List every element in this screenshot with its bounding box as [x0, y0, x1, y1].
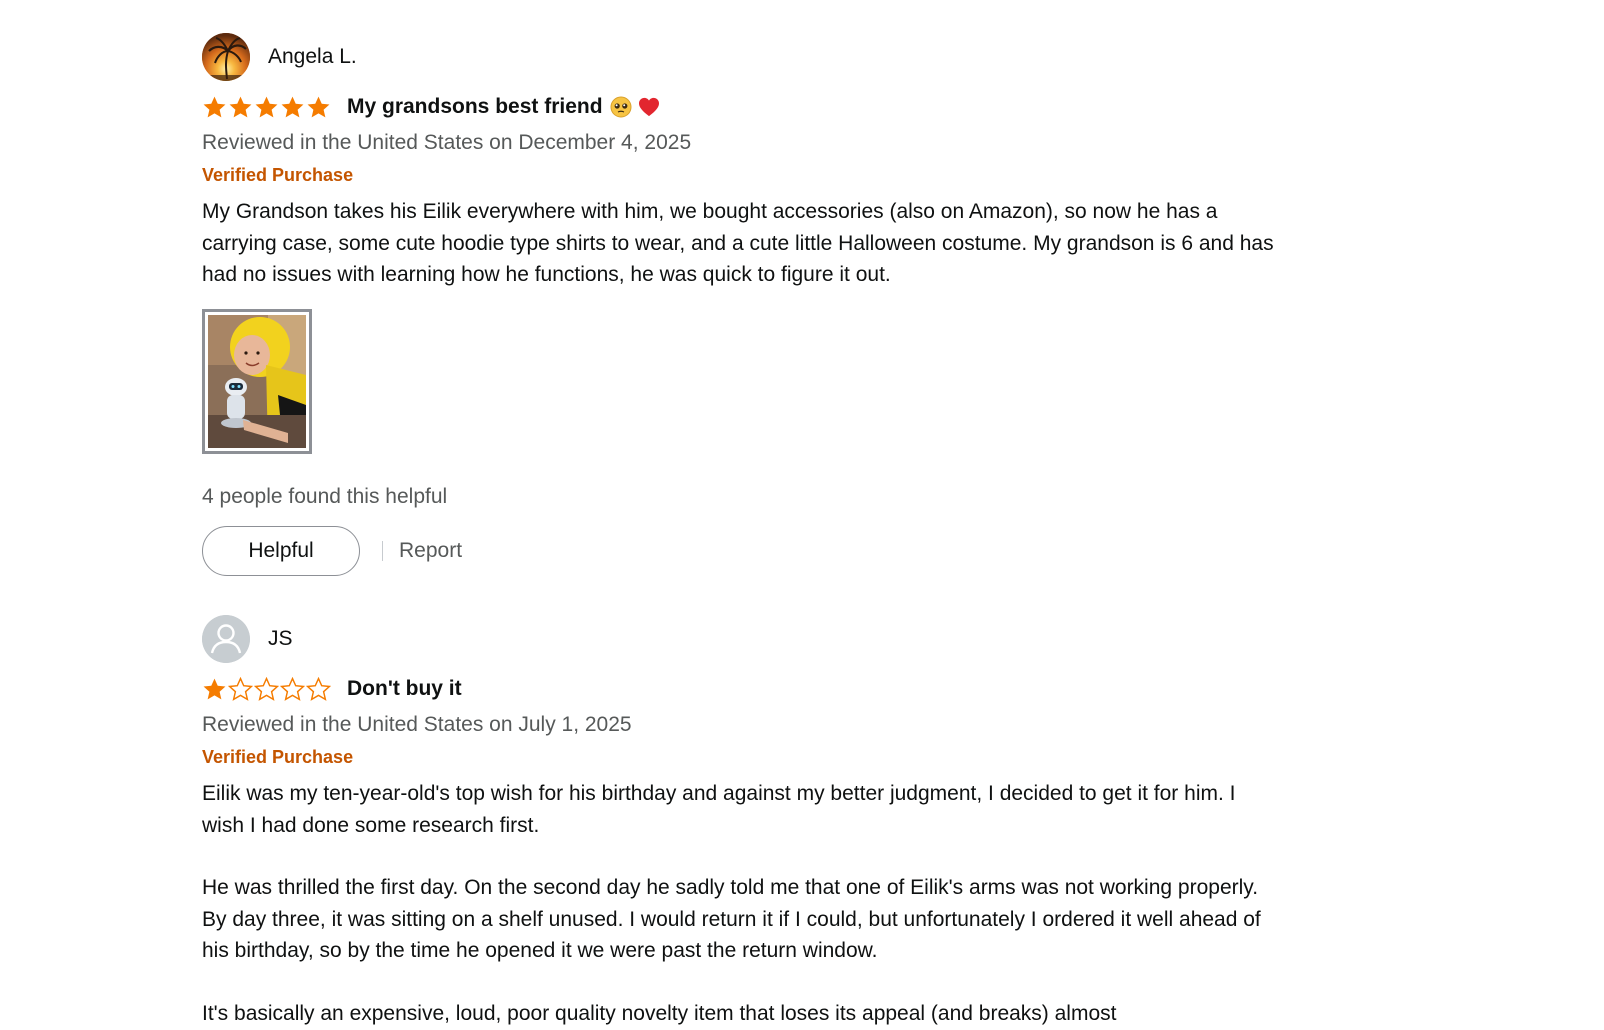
pleading-face-icon: [610, 96, 632, 118]
verified-purchase-badge[interactable]: Verified Purchase: [202, 160, 1302, 190]
review-title-text[interactable]: Don't buy it: [347, 677, 462, 701]
review-body: My Grandson takes his Eilik everywhere w…: [202, 196, 1282, 291]
review-actions: Helpful Report: [202, 525, 1302, 576]
review-paragraph: It's basically an expensive, loud, poor …: [202, 1001, 1117, 1025]
review-paragraph: My Grandson takes his Eilik everywhere w…: [202, 200, 1274, 286]
default-user-icon: [202, 615, 250, 663]
review-photo: [208, 314, 306, 448]
review-image-thumbnail[interactable]: [202, 308, 312, 454]
reviewer-profile[interactable]: Angela L.: [202, 32, 1302, 82]
star-filled-icon: [203, 678, 226, 699]
review-date: Reviewed in the United States on Decembe…: [202, 131, 692, 154]
review-title[interactable]: Don't buy it: [347, 677, 462, 701]
avatar[interactable]: [202, 33, 250, 81]
avatar[interactable]: [202, 615, 250, 663]
helpful-button[interactable]: Helpful: [202, 525, 360, 576]
star-rating[interactable]: [202, 95, 331, 120]
review-date: Reviewed in the United States on July 1,…: [202, 713, 632, 736]
review-title-row: My grandsons best friend: [202, 90, 1302, 124]
review-title[interactable]: My grandsons best friend: [347, 95, 660, 119]
star-filled-icon: [281, 96, 304, 117]
reviewer-name[interactable]: JS: [268, 627, 293, 651]
review-card: JS Don't buy it Reviewed in the United S…: [202, 614, 1302, 1029]
review-title-row: Don't buy it: [202, 672, 1302, 706]
red-heart-icon: [638, 98, 659, 117]
review-paragraph: He was thrilled the first day. On the se…: [202, 876, 1261, 962]
star-empty-icon: [280, 676, 305, 701]
reviewer-profile[interactable]: JS: [202, 614, 1302, 664]
report-link[interactable]: Report: [399, 539, 462, 563]
reviews-page: Angela L. My grandsons best friend Revie…: [0, 0, 1604, 1030]
star-rating[interactable]: [202, 676, 331, 702]
review-paragraph: Eilik was my ten-year-old's top wish for…: [202, 782, 1236, 837]
star-filled-icon: [203, 96, 226, 117]
star-filled-icon: [229, 96, 252, 117]
title-emojis: [610, 96, 660, 119]
star-filled-icon: [307, 96, 330, 117]
palm-tree-icon: [202, 33, 250, 81]
action-divider: [382, 540, 383, 561]
helpful-count: 4 people found this helpful: [202, 484, 448, 508]
review-card: Angela L. My grandsons best friend Revie…: [202, 32, 1302, 576]
reviewer-name[interactable]: Angela L.: [268, 45, 357, 69]
star-empty-icon: [228, 676, 253, 701]
star-empty-icon: [254, 676, 279, 701]
review-body: Eilik was my ten-year-old's top wish for…: [202, 778, 1282, 1029]
star-filled-icon: [255, 96, 278, 117]
review-title-text[interactable]: My grandsons best friend: [347, 95, 603, 119]
verified-purchase-badge[interactable]: Verified Purchase: [202, 742, 1302, 772]
star-empty-icon: [306, 676, 331, 701]
child-with-robot-photo: [208, 314, 306, 448]
